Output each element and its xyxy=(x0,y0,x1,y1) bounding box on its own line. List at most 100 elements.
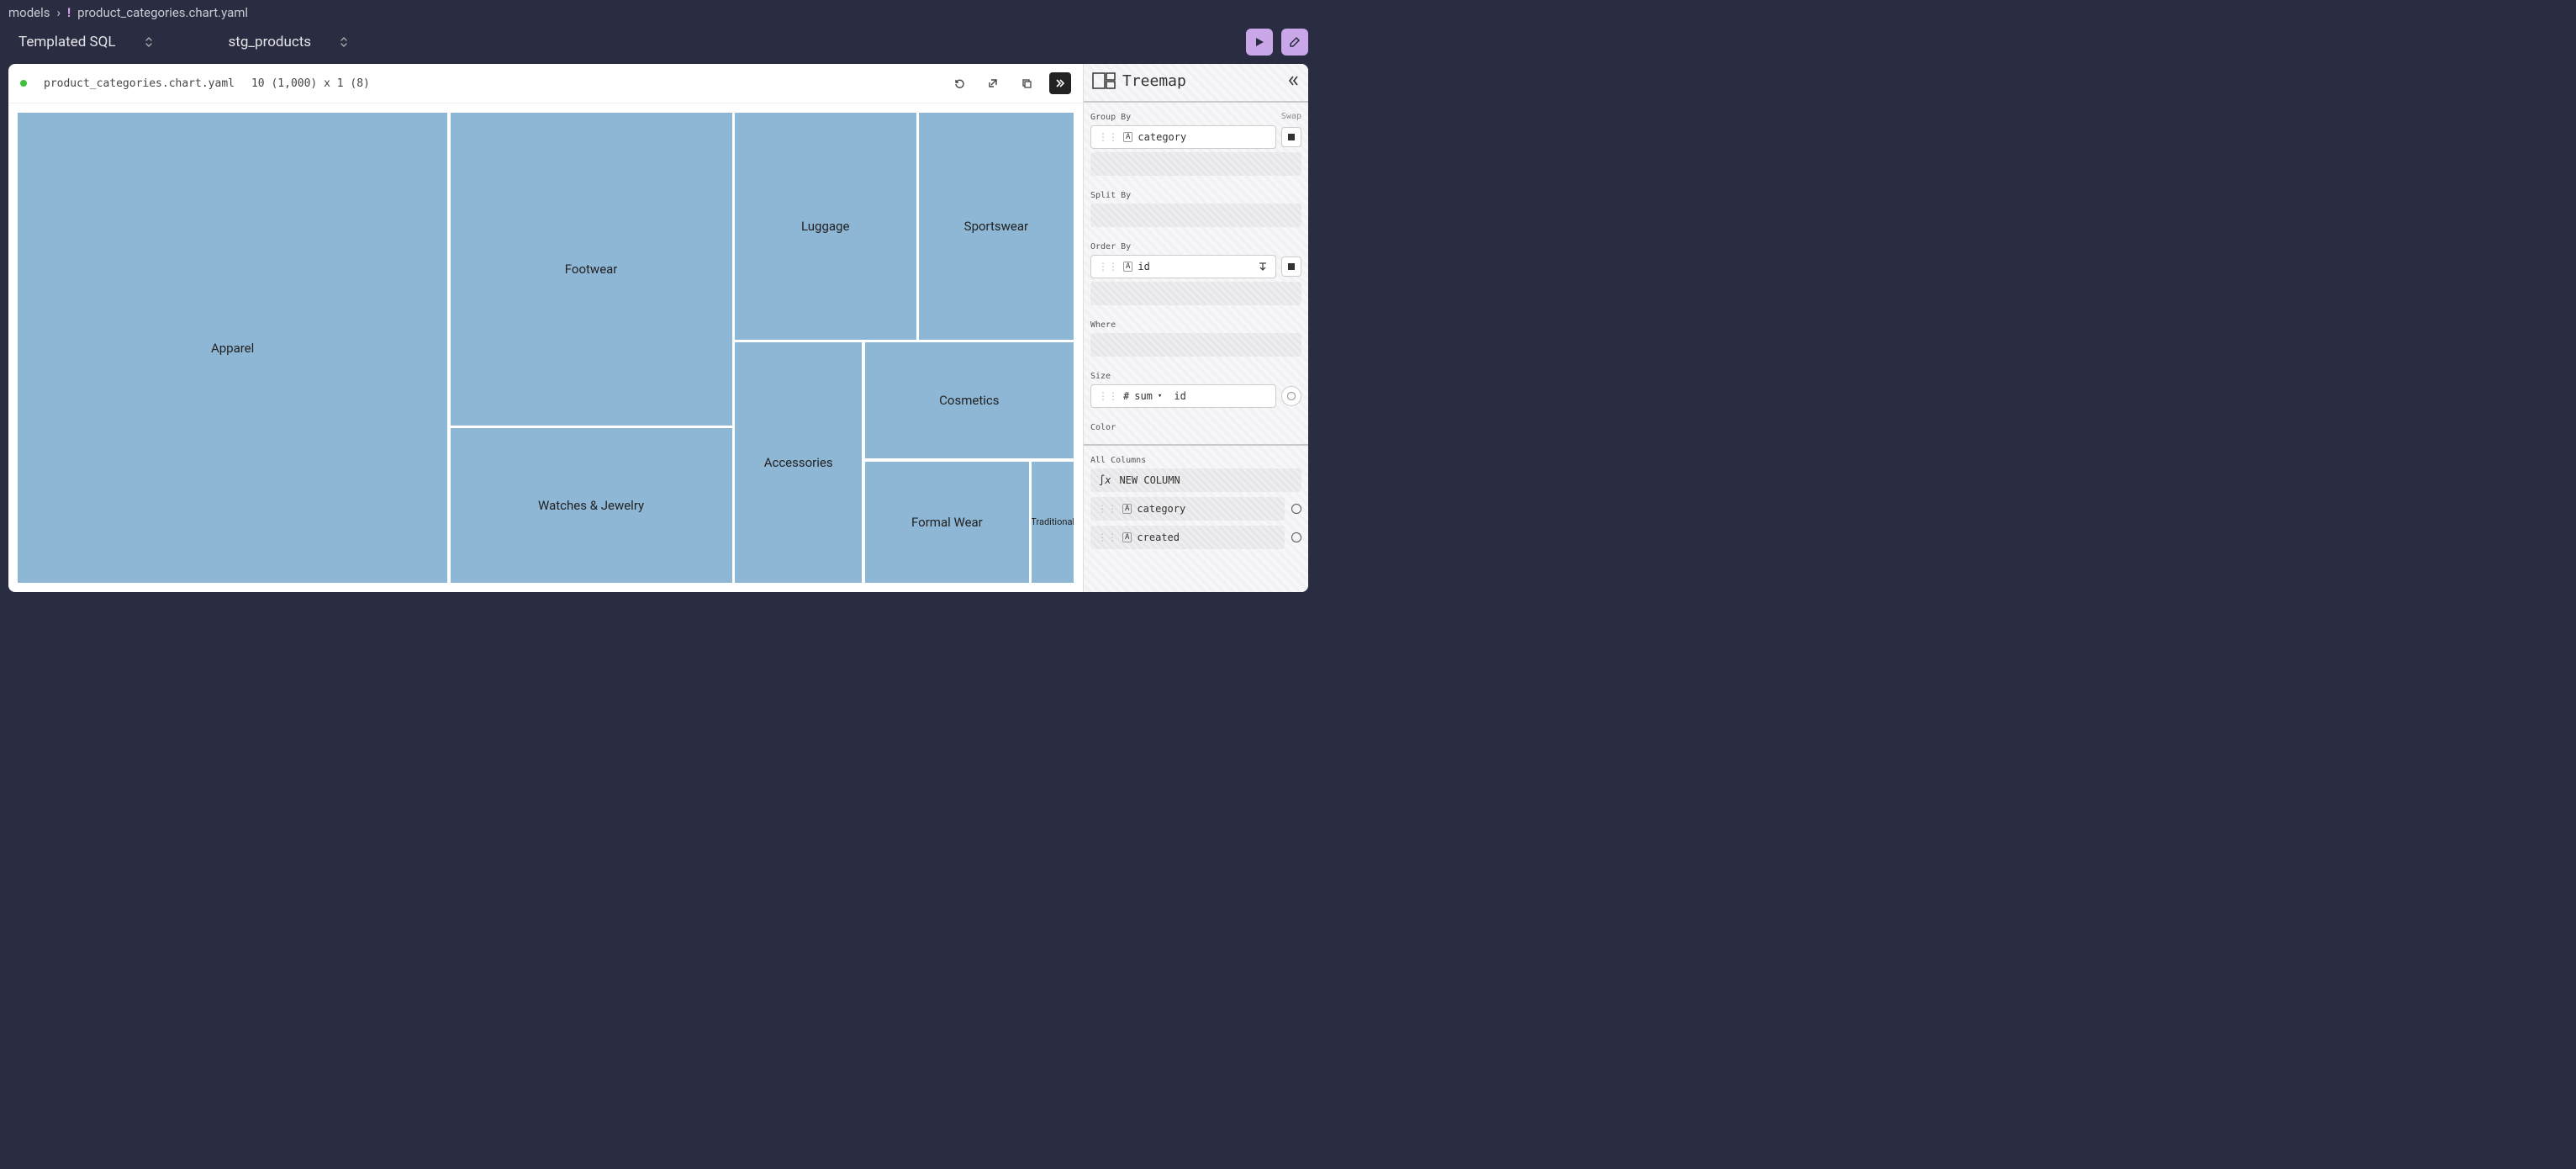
order-by-label: Order By xyxy=(1090,242,1301,251)
column-radio[interactable] xyxy=(1291,504,1301,514)
popout-button[interactable] xyxy=(982,72,1004,94)
treemap-cell[interactable]: Formal Wear xyxy=(864,461,1031,584)
chart-stats: 10 (1,000) x 1 (8) xyxy=(251,77,370,90)
table-name-label: stg_products xyxy=(229,34,312,50)
table-dropdown[interactable]: stg_products xyxy=(229,34,349,50)
collapse-panel-button[interactable] xyxy=(1286,74,1300,87)
number-type-icon: # xyxy=(1123,390,1129,402)
breadcrumb-root[interactable]: models xyxy=(8,5,50,20)
color-label: Color xyxy=(1090,423,1301,432)
treemap-icon xyxy=(1092,71,1116,91)
treemap-cell[interactable]: Sportswear xyxy=(918,112,1074,341)
empty-drop-slot[interactable] xyxy=(1090,333,1301,357)
all-columns-section: All Columns ∫x NEW COLUMN ⋮⋮ A category … xyxy=(1084,449,1308,592)
sort-chevrons-icon xyxy=(340,36,348,48)
where-label: Where xyxy=(1090,320,1301,330)
sort-direction-button[interactable] xyxy=(1257,261,1269,272)
edit-icon xyxy=(1289,36,1301,48)
size-agg[interactable]: sum xyxy=(1134,390,1153,402)
treemap-cell[interactable]: Traditional xyxy=(1031,461,1074,584)
function-icon: ∫x xyxy=(1099,474,1111,486)
divider xyxy=(1084,101,1308,103)
color-toggle[interactable] xyxy=(1281,386,1301,406)
copy-button[interactable] xyxy=(1016,72,1037,94)
empty-drop-slot[interactable] xyxy=(1090,152,1301,176)
divider xyxy=(1084,444,1308,446)
breadcrumb-file[interactable]: product_categories.chart.yaml xyxy=(77,5,248,20)
treemap-cell[interactable]: Cosmetics xyxy=(864,341,1074,459)
text-type-icon: A xyxy=(1122,532,1132,542)
chart-panel: product_categories.chart.yaml 10 (1,000)… xyxy=(8,64,1083,592)
reset-icon xyxy=(953,77,966,90)
drag-handle-icon[interactable]: ⋮⋮ xyxy=(1098,261,1118,272)
query-type-dropdown[interactable]: Templated SQL xyxy=(18,34,153,50)
sort-desc-icon xyxy=(1257,261,1269,272)
order-by-section: Order By ⋮⋮ A id xyxy=(1084,235,1308,314)
external-link-icon xyxy=(987,77,999,89)
where-section: Where xyxy=(1084,314,1308,365)
size-section: Size ⋮⋮ # sum ▾ id xyxy=(1084,365,1308,416)
text-type-icon: A xyxy=(1122,504,1132,514)
column-row: ⋮⋮ A category xyxy=(1090,497,1301,521)
column-pill[interactable]: ⋮⋮ A created xyxy=(1090,526,1285,549)
treemap-chart[interactable]: ApparelFootwearWatches & JewelryLuggageS… xyxy=(17,112,1074,584)
group-by-section: Group By Swap ⋮⋮ A category xyxy=(1084,106,1308,184)
chevrons-left-icon xyxy=(1286,74,1300,87)
square-icon xyxy=(1286,262,1296,272)
new-column-label: NEW COLUMN xyxy=(1119,474,1180,486)
exclamation-icon: ! xyxy=(67,5,71,20)
treemap-cell[interactable]: Watches & Jewelry xyxy=(450,427,733,584)
group-by-field[interactable]: ⋮⋮ A category xyxy=(1090,125,1276,149)
size-value: id xyxy=(1174,390,1185,402)
circle-icon xyxy=(1287,392,1296,400)
color-section: Color xyxy=(1084,416,1308,441)
column-name: category xyxy=(1137,503,1185,515)
chart-filename: product_categories.chart.yaml xyxy=(44,77,235,90)
swap-link[interactable]: Swap xyxy=(1281,112,1301,121)
status-dot-icon xyxy=(20,80,27,87)
text-type-icon: A xyxy=(1123,132,1132,142)
column-row: ⋮⋮ A created xyxy=(1090,526,1301,549)
filter-toggle[interactable] xyxy=(1281,257,1301,277)
chart-header: product_categories.chart.yaml 10 (1,000)… xyxy=(8,64,1083,103)
all-columns-label: All Columns xyxy=(1090,456,1301,465)
chevrons-right-icon xyxy=(1054,77,1066,89)
split-by-label: Split By xyxy=(1090,191,1301,200)
config-panel: Treemap Group By Swap ⋮⋮ A category xyxy=(1083,64,1308,592)
filter-toggle[interactable] xyxy=(1281,127,1301,147)
treemap-cell[interactable]: Apparel xyxy=(17,112,448,584)
column-radio[interactable] xyxy=(1291,532,1301,542)
drag-handle-icon[interactable]: ⋮⋮ xyxy=(1098,131,1118,143)
text-type-icon: A xyxy=(1123,262,1132,272)
reset-button[interactable] xyxy=(948,72,970,94)
play-icon xyxy=(1254,36,1265,48)
group-by-value: category xyxy=(1138,131,1186,143)
treemap-cell[interactable]: Accessories xyxy=(734,341,863,584)
empty-drop-slot[interactable] xyxy=(1090,204,1301,227)
chevron-right-icon: › xyxy=(57,5,61,20)
config-title: Treemap xyxy=(1122,72,1186,90)
edit-button[interactable] xyxy=(1281,29,1308,56)
column-name: created xyxy=(1137,532,1180,543)
split-by-section: Split By xyxy=(1084,184,1308,235)
empty-drop-slot[interactable] xyxy=(1090,282,1301,305)
secondary-header: Templated SQL stg_products xyxy=(0,25,1317,64)
collapse-button[interactable] xyxy=(1049,72,1071,94)
square-icon xyxy=(1286,132,1296,142)
drag-handle-icon[interactable]: ⋮⋮ xyxy=(1097,532,1117,543)
drag-handle-icon[interactable]: ⋮⋮ xyxy=(1097,503,1117,515)
size-field[interactable]: ⋮⋮ # sum ▾ id xyxy=(1090,384,1276,408)
new-column-button[interactable]: ∫x NEW COLUMN xyxy=(1090,468,1301,492)
treemap-cell[interactable]: Luggage xyxy=(734,112,917,341)
order-by-value: id xyxy=(1138,261,1149,272)
query-type-label: Templated SQL xyxy=(18,34,116,50)
main-area: product_categories.chart.yaml 10 (1,000)… xyxy=(8,64,1308,592)
column-pill[interactable]: ⋮⋮ A category xyxy=(1090,497,1285,521)
sort-chevrons-icon xyxy=(145,36,153,48)
treemap-cell[interactable]: Footwear xyxy=(450,112,733,426)
chevron-down-icon: ▾ xyxy=(1158,392,1162,400)
run-button[interactable] xyxy=(1246,29,1273,56)
size-label: Size xyxy=(1090,372,1301,381)
drag-handle-icon[interactable]: ⋮⋮ xyxy=(1098,390,1118,402)
order-by-field[interactable]: ⋮⋮ A id xyxy=(1090,255,1276,278)
